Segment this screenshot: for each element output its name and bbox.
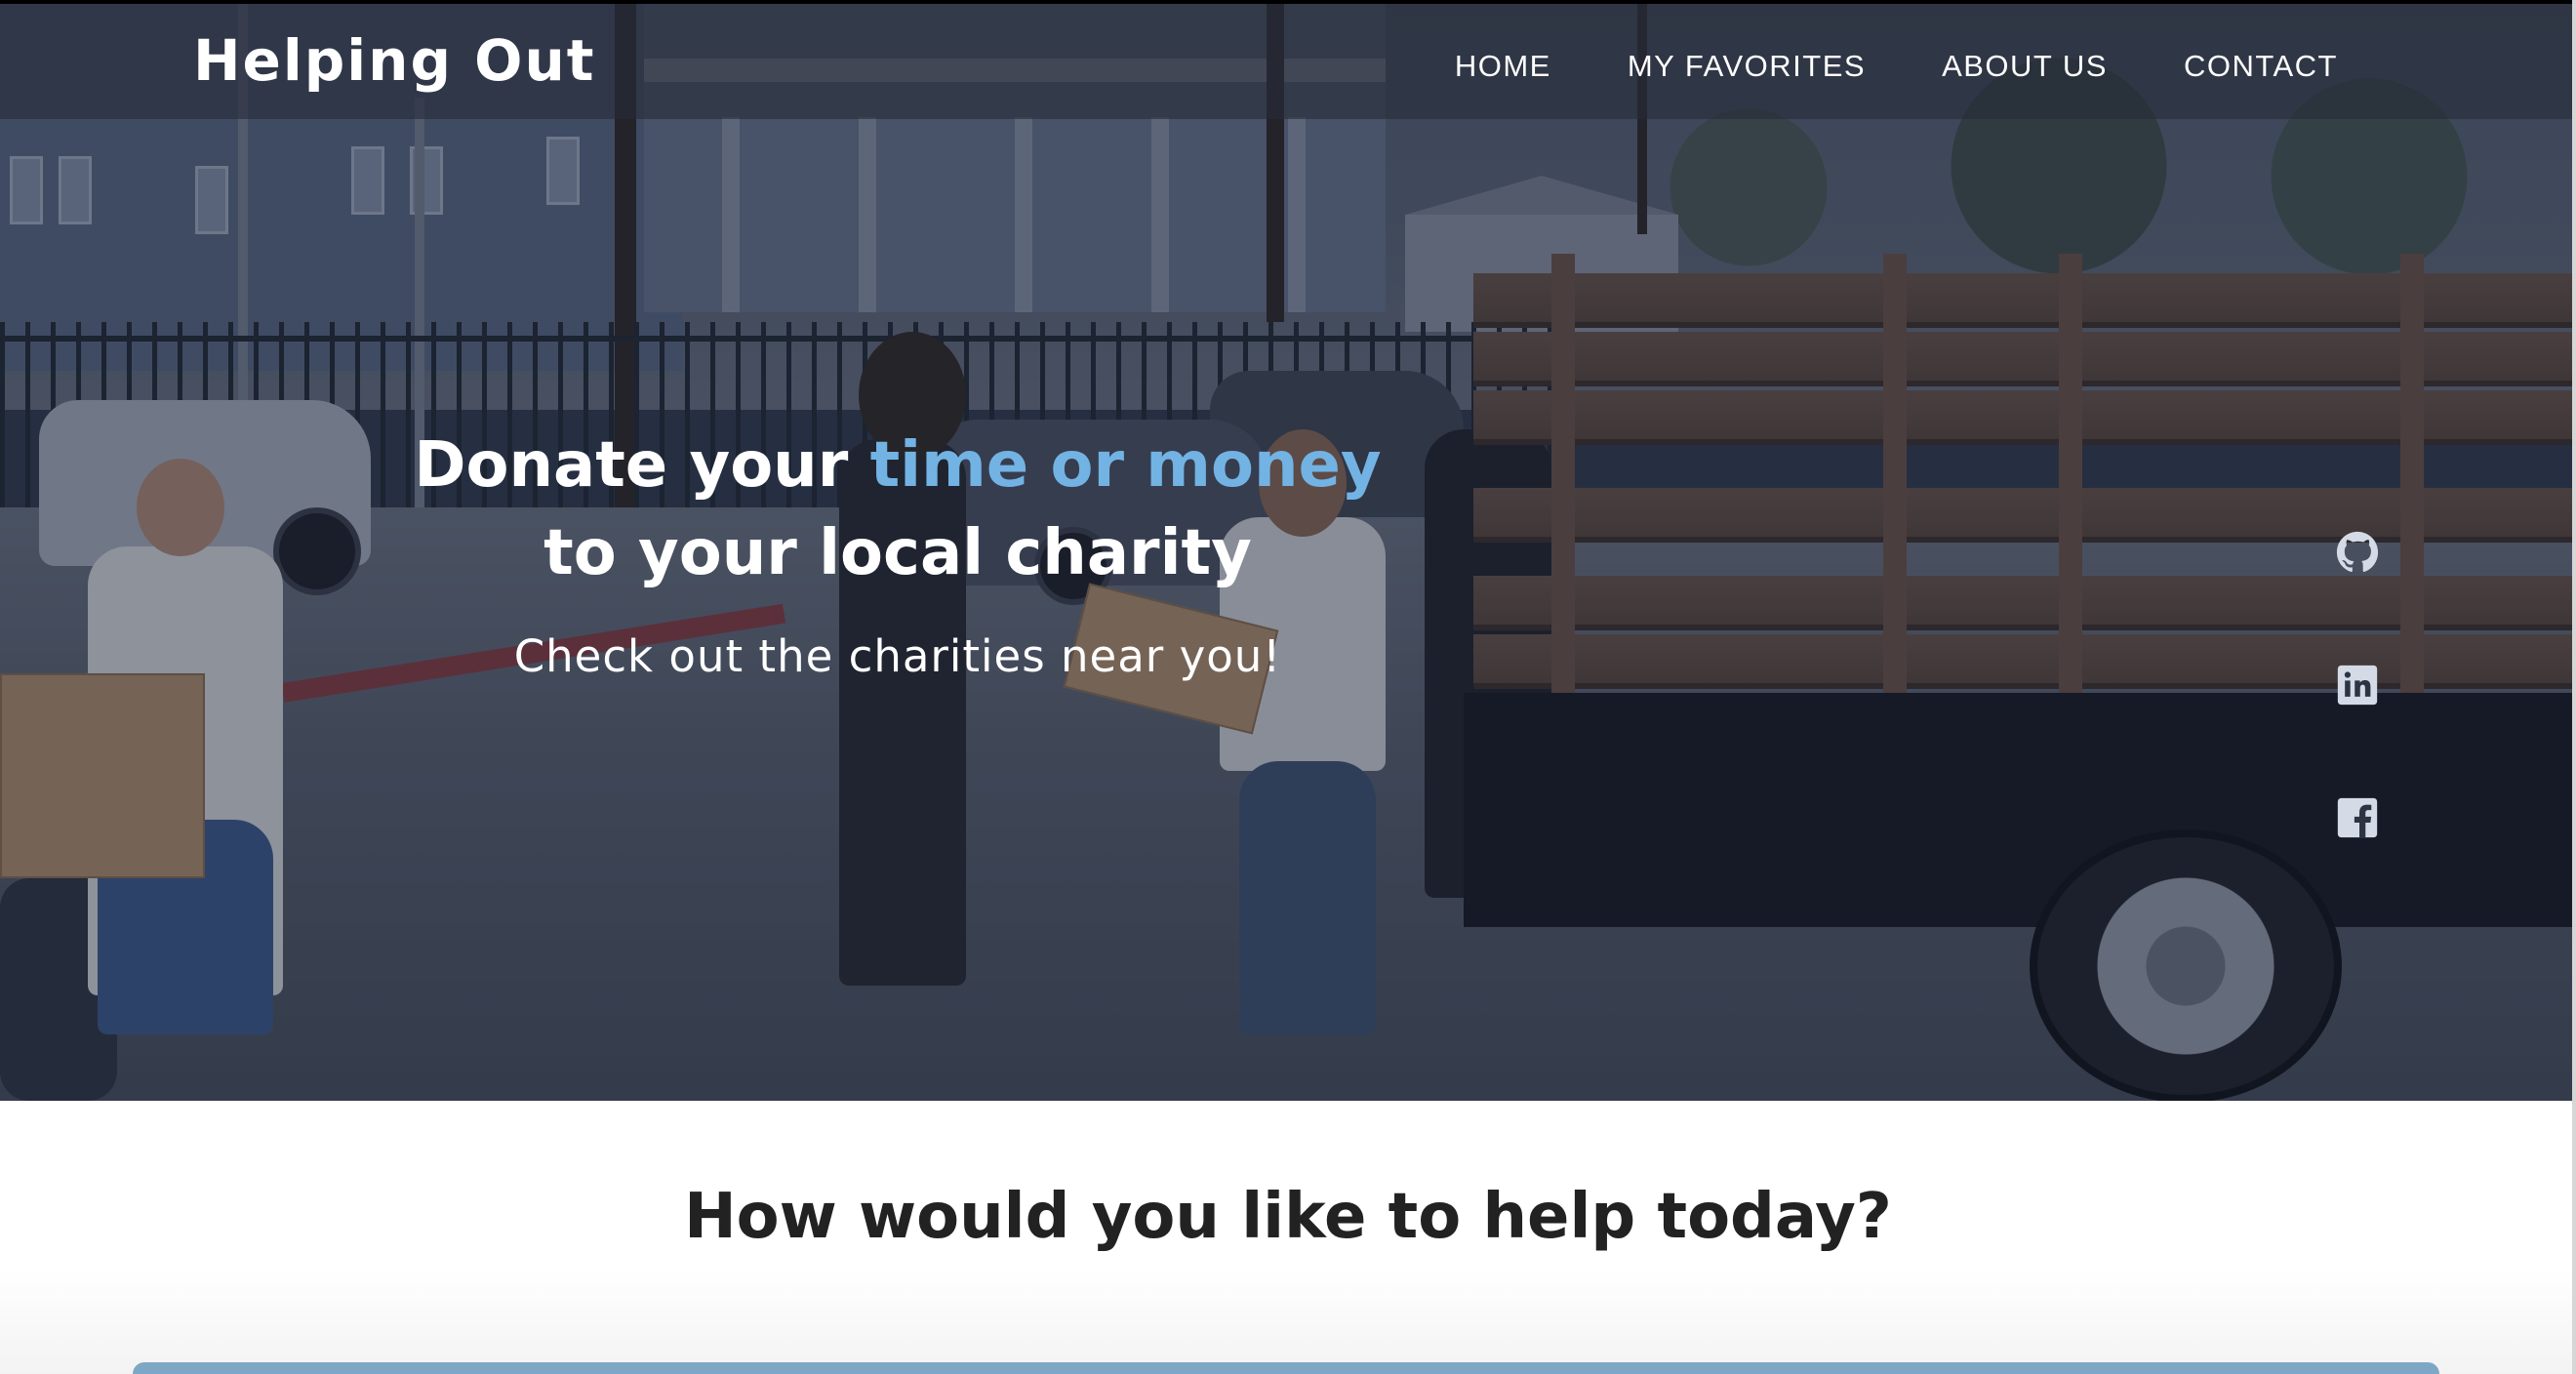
linkedin-icon[interactable] bbox=[2336, 664, 2379, 707]
nav-link-my-favorites[interactable]: MY FAVORITES bbox=[1628, 49, 1866, 84]
hero-headline: Donate your time or money to your local … bbox=[410, 422, 1386, 597]
nav-link-contact[interactable]: CONTACT bbox=[2184, 49, 2338, 84]
section-background bbox=[0, 1269, 2576, 1374]
headline-part-1: Donate your bbox=[414, 429, 870, 502]
nav-link-home[interactable]: HOME bbox=[1455, 49, 1551, 84]
nav-link-about-us[interactable]: ABOUT US bbox=[1942, 49, 2108, 84]
window-top-edge bbox=[0, 0, 2576, 4]
hero-section: Helping Out HOME MY FAVORITES ABOUT US C… bbox=[0, 0, 2572, 1101]
hero-subheading: Check out the charities near you! bbox=[513, 630, 1282, 682]
options-card-top-edge bbox=[133, 1362, 2439, 1374]
headline-accent: time or money bbox=[869, 429, 1382, 502]
section-title: How would you like to help today? bbox=[684, 1181, 1892, 1253]
headline-part-2: to your local charity bbox=[543, 517, 1252, 589]
brand-logo[interactable]: Helping Out bbox=[193, 27, 595, 94]
facebook-icon-glyph bbox=[2337, 797, 2378, 838]
top-navbar: Helping Out HOME MY FAVORITES ABOUT US C… bbox=[0, 4, 2572, 119]
github-icon-glyph bbox=[2336, 531, 2379, 573]
github-icon[interactable] bbox=[2336, 531, 2379, 574]
linkedin-icon-glyph bbox=[2337, 665, 2378, 706]
nav-links: HOME MY FAVORITES ABOUT US CONTACT bbox=[1455, 49, 2338, 84]
window-right-edge bbox=[2572, 0, 2576, 1374]
facebook-icon[interactable] bbox=[2336, 796, 2379, 839]
